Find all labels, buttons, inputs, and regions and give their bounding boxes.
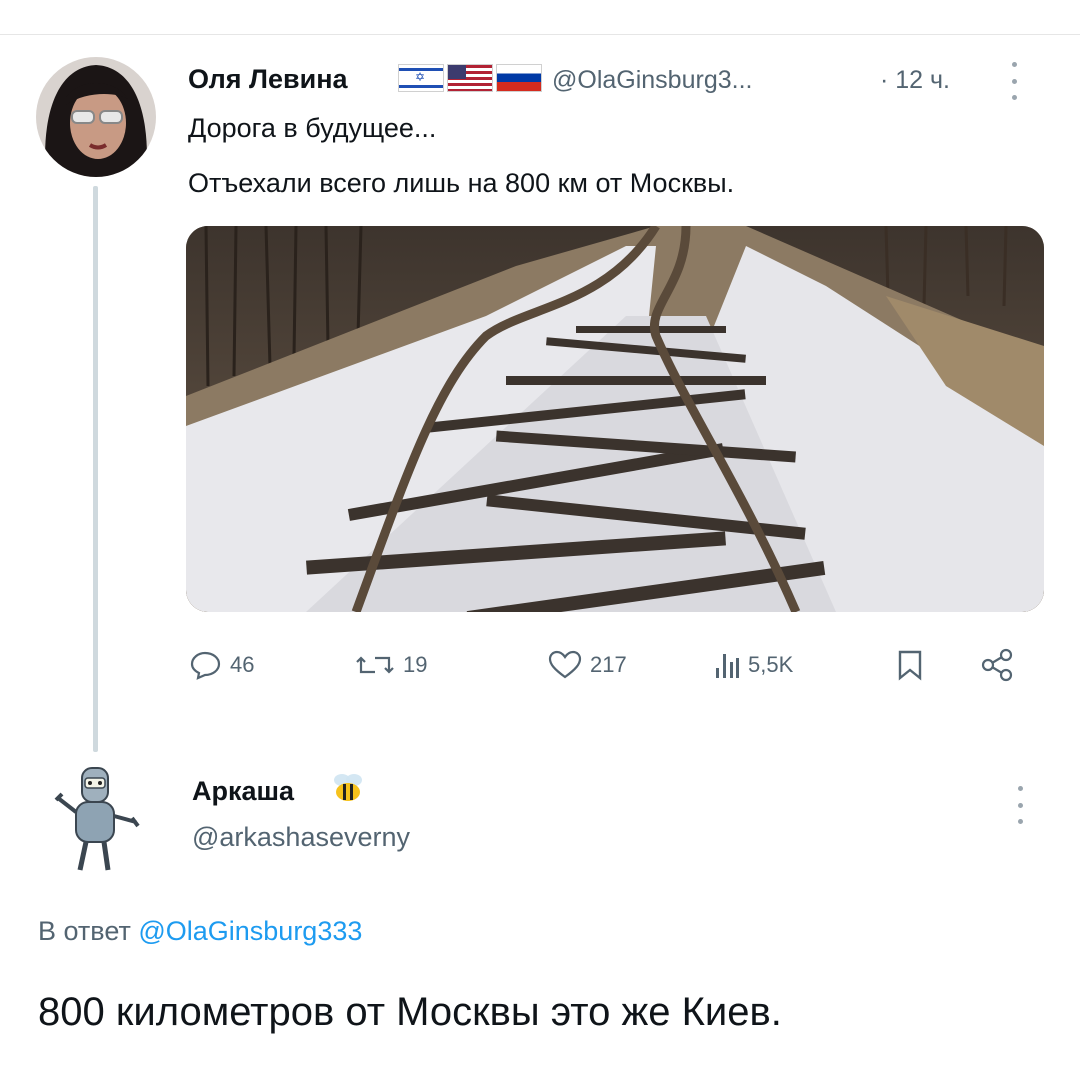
heart-icon <box>548 650 582 679</box>
repost-icon <box>356 656 394 674</box>
author-name[interactable]: Оля Левина <box>188 64 348 95</box>
reply-count: 46 <box>230 652 255 677</box>
reply-button[interactable]: 46 <box>190 648 254 682</box>
israel-flag-icon: ✡ <box>398 64 444 92</box>
reply-to-prefix: В ответ <box>38 916 131 946</box>
reply-text: 800 километров от Москвы это же Киев. <box>38 990 782 1034</box>
like-count: 217 <box>590 652 627 677</box>
reply-author-handle[interactable]: @arkashaseverny <box>192 822 410 853</box>
bookmark-button[interactable] <box>897 648 923 682</box>
reply-author-avatar[interactable] <box>52 758 142 876</box>
more-options-icon[interactable] <box>1018 786 1024 824</box>
tweet-photo[interactable] <box>186 226 1044 612</box>
thread-line <box>93 186 98 752</box>
like-button[interactable]: 217 <box>548 648 627 682</box>
tweet-text-line: Отъехали всего лишь на 800 км от Москвы. <box>188 168 735 198</box>
tweet-timestamp[interactable]: · 12 ч. <box>880 66 950 95</box>
avatar-portrait-image <box>36 57 156 177</box>
reply-icon <box>190 651 221 680</box>
flag-emojis: ✡ <box>398 64 542 92</box>
views-count: 5,5K <box>748 652 794 677</box>
reply-to-line: В ответ @OlaGinsburg333 <box>38 916 362 947</box>
share-icon <box>981 648 1013 682</box>
usa-flag-icon <box>447 64 493 92</box>
reply-to-mention[interactable]: @OlaGinsburg333 <box>138 916 362 946</box>
author-avatar[interactable] <box>36 57 156 177</box>
repost-button[interactable]: 19 <box>355 648 427 682</box>
bee-icon <box>330 772 366 809</box>
railway-photo-image <box>186 226 1044 612</box>
robot-avatar-image <box>54 767 140 871</box>
top-divider <box>0 34 1080 35</box>
more-options-icon[interactable] <box>1012 62 1018 100</box>
author-handle[interactable]: @OlaGinsburg3... <box>552 66 752 95</box>
repost-count: 19 <box>403 652 428 677</box>
views-button[interactable]: 5,5K <box>714 648 793 682</box>
russia-flag-icon <box>496 64 542 92</box>
views-chart-icon <box>716 654 739 678</box>
reply-author-name[interactable]: Аркаша <box>192 776 294 807</box>
tweet-text-line: Дорога в будущее... <box>188 113 437 143</box>
bookmark-icon <box>898 650 922 681</box>
share-button[interactable] <box>980 648 1014 682</box>
